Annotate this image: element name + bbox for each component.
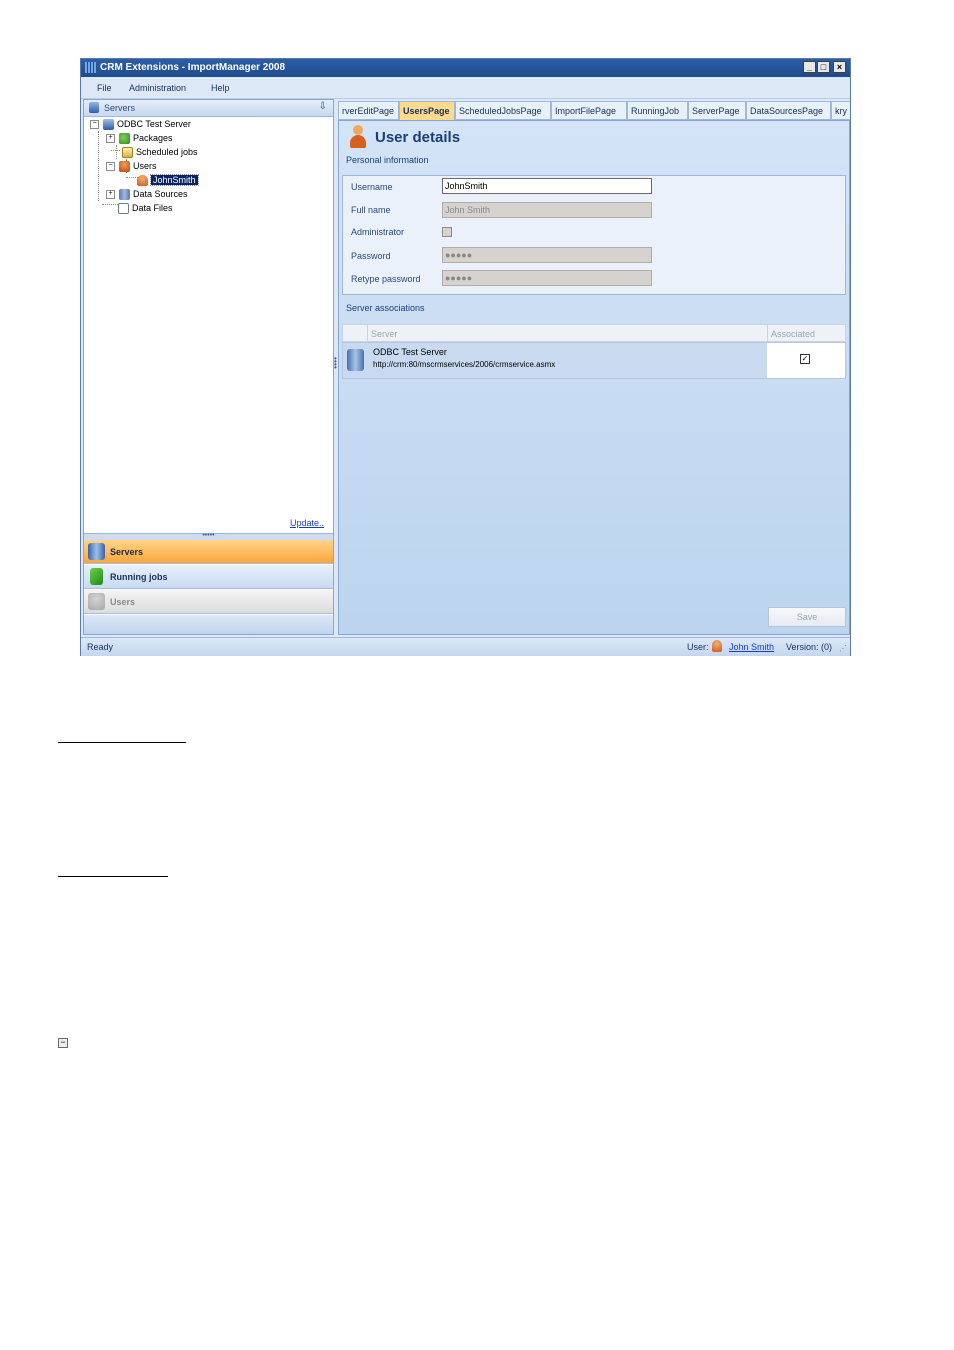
password-label: Password [351,251,391,261]
server-icon [347,349,364,371]
tree-node-server[interactable]: − ODBC Test Server [90,118,191,131]
nav-users-button[interactable]: Users [84,590,333,614]
status-bar: Ready User: John Smith Version: (0) ⋰ [81,637,850,656]
personal-info-label: Personal information [346,155,429,165]
retype-password-field[interactable]: ●●●●● [442,270,652,286]
tab-users[interactable]: UsersPage [399,101,455,120]
tab-server-edit[interactable]: rverEditPage [338,101,399,120]
panel-header-label: Servers [104,103,136,113]
window-title: CRM Extensions - ImportManager 2008 [100,62,286,73]
expand-icon[interactable]: + [106,134,115,144]
menu-help[interactable]: Help [211,83,230,93]
panel-header: Servers ⇩ [84,100,333,117]
fullname-label: Full name [351,205,391,215]
tab-data-sources[interactable]: DataSourcesPage [746,101,831,120]
app-icon [85,62,96,73]
panel-menu-icon[interactable]: ⇩ [319,101,327,112]
servers-icon [89,102,99,113]
users-icon [88,593,105,610]
tree-node-users[interactable]: − Users [106,160,157,173]
expand-icon[interactable]: + [106,190,115,200]
server-name: ODBC Test Server [373,347,447,357]
scheduled-jobs-icon [122,147,133,159]
save-button[interactable]: Save [768,607,846,627]
tab-overflow[interactable]: kry [831,101,850,120]
server-url: http://crm:80/mscrmservices/2006/crmserv… [373,360,556,369]
menu-bar: File Administration Help [81,77,850,99]
tab-running-job[interactable]: RunningJob [627,101,688,120]
tab-import-file[interactable]: ImportFilePage [551,101,627,120]
status-text: Ready [87,642,114,652]
menu-file[interactable]: File [97,83,112,93]
tree-node-johnsmith[interactable]: JohnSmith [137,174,199,187]
resize-grip-icon[interactable]: ⋰ [839,644,847,653]
column-server[interactable]: Server [371,329,398,339]
menu-administration[interactable]: Administration [129,83,186,93]
app-window: CRM Extensions - ImportManager 2008 _ □ … [80,58,851,656]
tree-node-data-sources[interactable]: + Data Sources [106,188,188,201]
data-files-icon [118,203,129,215]
nav-footer [84,615,333,634]
flag-icon [90,568,103,585]
status-user-label: User: [687,642,709,652]
servers-icon [88,543,105,560]
status-user-link[interactable]: John Smith [729,642,774,652]
collapse-icon[interactable]: − [58,1038,68,1048]
server-associations-grid: Server Associated ODBC Test Server http:… [342,324,846,380]
status-version: Version: (0) [786,642,833,652]
tree-node-packages[interactable]: + Packages [106,132,173,145]
underline-divider [58,742,186,743]
collapse-icon[interactable]: − [90,120,99,130]
data-sources-icon [119,189,130,201]
underline-divider [58,876,168,877]
title-bar[interactable]: CRM Extensions - ImportManager 2008 _ □ … [81,59,850,77]
servers-panel: Servers ⇩ − ODBC Test Server + Packages Sc… [83,99,334,635]
table-row[interactable]: ODBC Test Server http://crm:80/mscrmserv… [342,342,846,379]
minimize-button[interactable]: _ [803,61,816,73]
update-link[interactable]: Update.. [290,518,324,528]
tab-strip: rverEditPage UsersPage ScheduledJobsPage… [338,101,850,120]
tab-server[interactable]: ServerPage [688,101,746,120]
tab-scheduled-jobs[interactable]: ScheduledJobsPage [455,101,551,120]
password-field[interactable]: ●●●●● [442,247,652,263]
retype-password-label: Retype password [351,274,421,284]
maximize-button[interactable]: □ [817,61,830,73]
administrator-checkbox[interactable] [442,227,452,237]
column-associated[interactable]: Associated [771,329,815,339]
administrator-label: Administrator [351,227,405,237]
collapse-icon[interactable]: − [106,162,115,172]
server-icon [103,119,114,131]
server-associations-label: Server associations [346,303,425,313]
close-button[interactable]: × [833,61,846,73]
users-page: User details Personal information Userna… [338,120,850,635]
nav-servers-button[interactable]: Servers [84,540,333,564]
users-icon [119,161,130,173]
tree-node-data-files[interactable]: Data Files [118,202,173,215]
page-title: User details [375,129,461,146]
username-label: Username [351,182,393,192]
grid-header: Server Associated [342,324,846,342]
nav-running-jobs-button[interactable]: Running jobs [84,565,333,589]
package-icon [119,133,130,145]
username-field[interactable]: JohnSmith [442,178,652,194]
user-icon [137,175,148,187]
associated-checkbox[interactable]: ✓ [800,354,810,364]
fullname-field[interactable]: John Smith [442,202,652,218]
associated-cell: ✓ [767,343,845,378]
tree-node-scheduled-jobs[interactable]: Scheduled jobs [122,146,198,159]
user-icon [349,125,367,149]
user-icon [712,640,722,652]
personal-info-form: Username JohnSmith Full name John Smith … [342,175,846,295]
